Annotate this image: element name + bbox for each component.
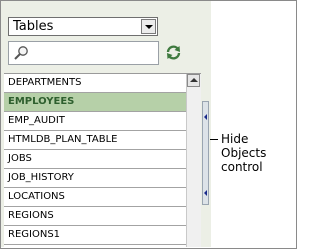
list-item[interactable]: HTMLDB_PLAN_TABLE: [4, 131, 201, 150]
object-type-value: Tables: [13, 19, 54, 34]
hide-objects-callout: Hide Objects control: [221, 132, 297, 174]
scroll-up-arrow-icon[interactable]: [187, 74, 200, 87]
magnifier-icon: [14, 46, 28, 60]
list-item[interactable]: JOBS: [4, 150, 201, 169]
object-browser-panel: Tables DEPARTMENTS EMPLOYEES EMP_AUDIT H…: [1, 1, 211, 248]
callout-line-2: control: [221, 160, 263, 174]
list-item[interactable]: REGIONS1: [4, 226, 201, 245]
list-item[interactable]: DEPARTMENTS: [4, 74, 201, 93]
list-item[interactable]: LOCATIONS: [4, 188, 201, 207]
hide-objects-arrow-icon: [204, 114, 207, 120]
list-item-selected[interactable]: EMPLOYEES: [4, 93, 201, 112]
callout-line-1: Hide Objects: [221, 132, 267, 160]
list-scrollbar[interactable]: [186, 74, 201, 247]
list-item[interactable]: REGIONS: [4, 207, 201, 226]
list-item[interactable]: EMP_AUDIT: [4, 112, 201, 131]
hide-objects-control[interactable]: [202, 101, 209, 205]
search-input[interactable]: [8, 41, 159, 65]
object-type-select[interactable]: Tables: [8, 17, 158, 36]
list-item[interactable]: JOB_HISTORY: [4, 169, 201, 188]
hide-objects-arrow-icon: [204, 190, 207, 196]
callout-pointer: [210, 139, 218, 140]
refresh-icon[interactable]: [165, 44, 182, 61]
object-list: DEPARTMENTS EMPLOYEES EMP_AUDIT HTMLDB_P…: [4, 73, 201, 248]
chevron-down-icon[interactable]: [141, 19, 156, 34]
